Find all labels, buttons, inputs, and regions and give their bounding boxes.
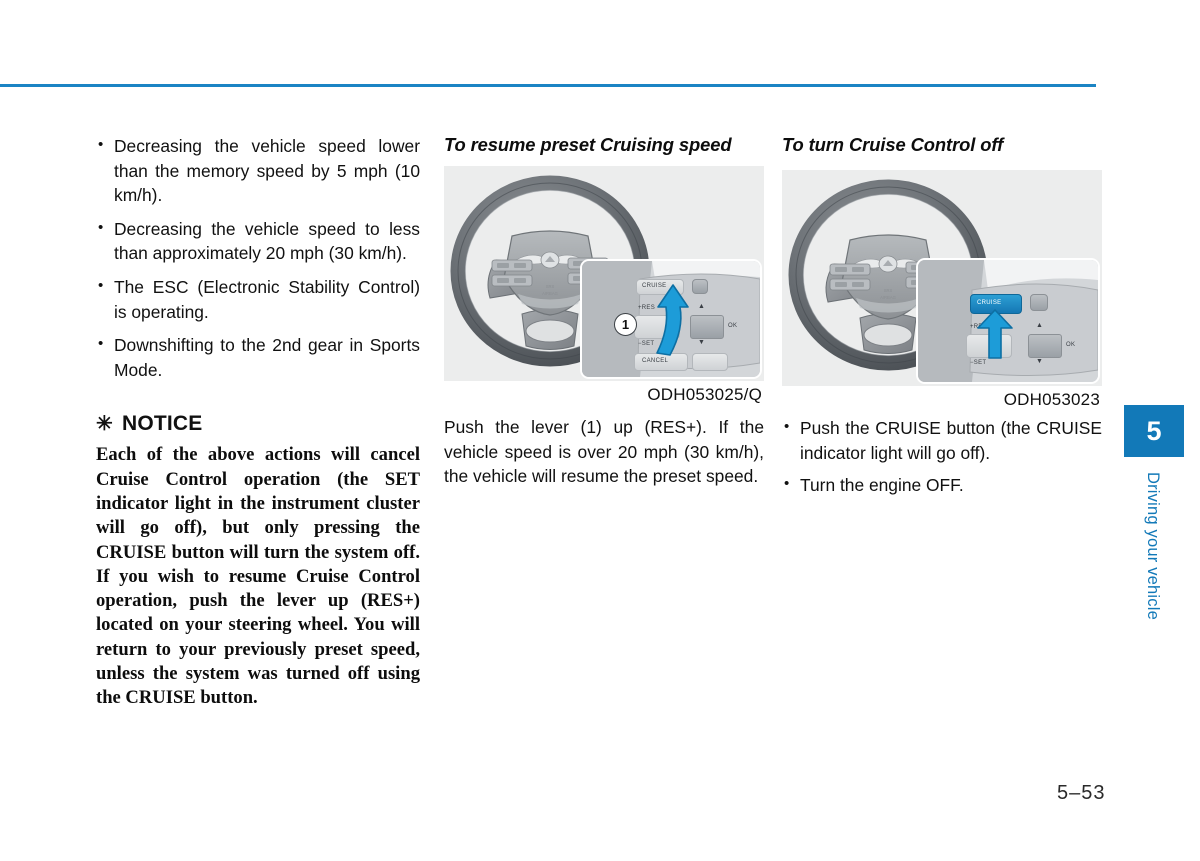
list-item: Decreasing the vehicle speed lower than … bbox=[96, 133, 420, 208]
distance-icon-button[interactable] bbox=[692, 279, 708, 294]
figure-code-resume: ODH053025/Q bbox=[647, 385, 762, 404]
ok-roller[interactable] bbox=[1028, 334, 1062, 358]
chapter-tab-number: 5 bbox=[1124, 405, 1184, 457]
list-item-text: Push the CRUISE button (the CRUISE indic… bbox=[800, 418, 1102, 463]
ok-label: OK bbox=[728, 323, 738, 329]
volume-up-icon[interactable]: ▲ bbox=[698, 303, 705, 310]
cruise-button-label: CRUISE bbox=[977, 300, 1002, 306]
figure-steering-wheel-off: SRS AIRBAG CRUISE −SET ▲ ▼ OK ODH053023 bbox=[782, 170, 1102, 409]
ok-roller[interactable] bbox=[690, 315, 724, 339]
distance-icon-button[interactable] bbox=[1030, 294, 1048, 311]
blue-up-arrow-icon bbox=[656, 284, 689, 356]
volume-up-icon[interactable]: ▲ bbox=[1036, 322, 1043, 329]
list-item: Turn the engine OFF. bbox=[782, 472, 1102, 498]
figure-caption-resume: Push the lever (1) up (RES+). If the veh… bbox=[444, 417, 764, 487]
notice-body: Each of the above actions will cancel Cr… bbox=[96, 444, 420, 709]
list-item: Downshifting to the 2nd gear in Sports M… bbox=[96, 332, 420, 382]
aux-button[interactable] bbox=[692, 353, 728, 371]
cruise-switch-callout: CRUISE +RES −SET ▲ ▼ OK bbox=[916, 258, 1100, 384]
cancel-conditions-list: Decreasing the vehicle speed lower than … bbox=[96, 133, 420, 382]
section-heading-resume: To resume preset Cruising speed bbox=[444, 134, 732, 155]
section-heading-turn-off: To turn Cruise Control off bbox=[782, 134, 1004, 155]
volume-down-icon[interactable]: ▼ bbox=[698, 339, 705, 346]
cruise-switch-callout: CRUISE +RES −SET ▲ ▼ OK CANCEL 1 bbox=[580, 259, 762, 379]
page-number: 5–53 bbox=[1057, 782, 1106, 804]
list-item: The ESC (Electronic Stability Control) i… bbox=[96, 274, 420, 324]
asterisk-icon: ✳ bbox=[96, 413, 113, 436]
list-item: Decreasing the vehicle speed to less tha… bbox=[96, 216, 420, 266]
volume-down-icon[interactable]: ▼ bbox=[1036, 358, 1043, 365]
figure-code-off: ODH053023 bbox=[1003, 390, 1100, 409]
list-item-text: Decreasing the vehicle speed to less tha… bbox=[114, 218, 420, 264]
chapter-tab-label-text: Driving your vehicle bbox=[1144, 472, 1162, 620]
ok-label: OK bbox=[1066, 342, 1076, 348]
list-item: Push the CRUISE button (the CRUISE indic… bbox=[782, 415, 1102, 465]
list-item-text: Decreasing the vehicle speed lower than … bbox=[114, 136, 420, 206]
cancel-button-label: CANCEL bbox=[642, 358, 669, 364]
header-rule bbox=[0, 84, 1096, 87]
turn-off-steps-list: Push the CRUISE button (the CRUISE indic… bbox=[782, 415, 1102, 498]
column-middle: To resume preset Cruising speed SRS AIRB… bbox=[444, 134, 764, 489]
notice-heading: ✳ NOTICE bbox=[96, 412, 420, 436]
column-right: To turn Cruise Control off SRS AIRBAG CR… bbox=[782, 134, 1102, 506]
chapter-tab-label: Driving your vehicle bbox=[1124, 470, 1184, 720]
column-left: Decreasing the vehicle speed lower than … bbox=[96, 133, 420, 711]
notice-title: NOTICE bbox=[121, 412, 203, 436]
list-item-text: The ESC (Electronic Stability Control) i… bbox=[114, 276, 420, 322]
list-item-text: Turn the engine OFF. bbox=[800, 475, 964, 496]
list-item-text: Downshifting to the 2nd gear in Sports M… bbox=[114, 335, 420, 380]
figure-steering-wheel-resume: SRS AIRBAG CRUISE +RES −SET ▲ ▼ OK CANCE… bbox=[444, 166, 764, 404]
set-label: −SET bbox=[970, 360, 987, 366]
blue-up-arrow-icon bbox=[977, 309, 1013, 359]
callout-marker-1: 1 bbox=[614, 313, 637, 336]
